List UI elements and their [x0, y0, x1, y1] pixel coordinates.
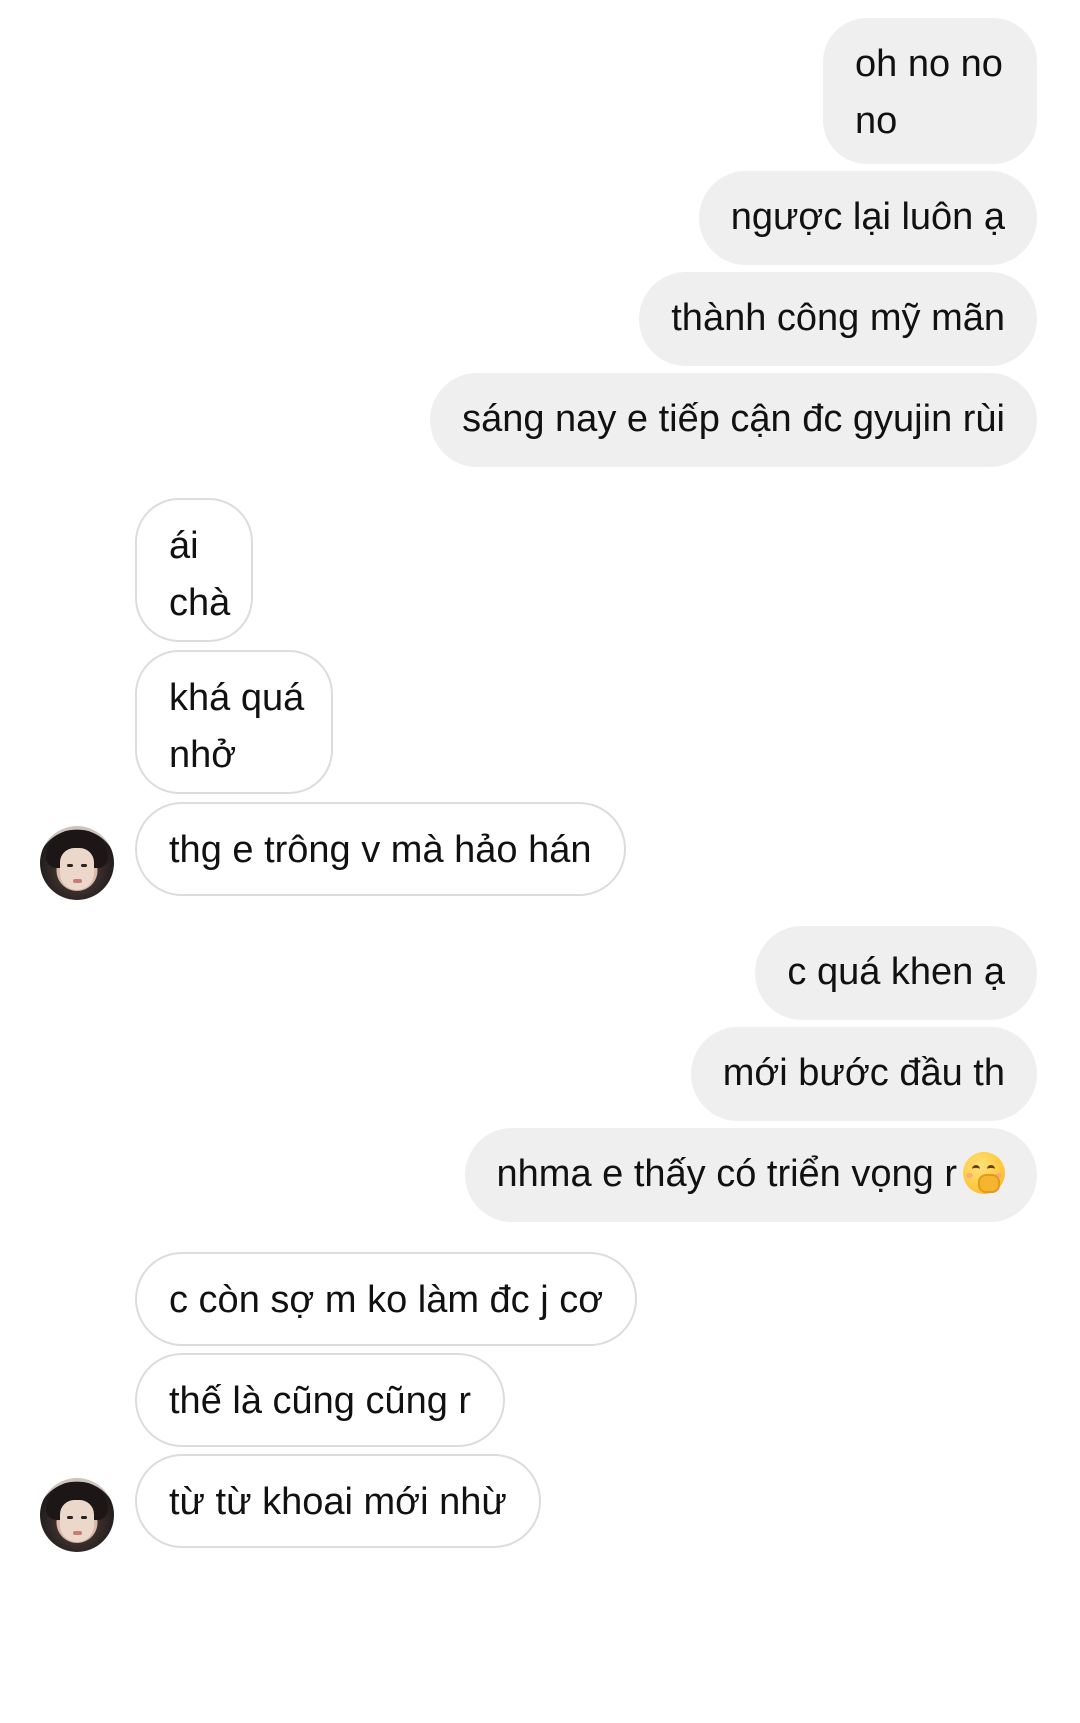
- message-bubble-outgoing[interactable]: sáng nay e tiếp cận đc gyujin rùi: [430, 373, 1037, 467]
- message-bubble-incoming[interactable]: ái chà: [135, 498, 253, 642]
- avatar-face: [60, 848, 94, 890]
- avatar[interactable]: [40, 1478, 114, 1552]
- avatar-face: [60, 1500, 94, 1542]
- message-text: khá quá: [169, 677, 305, 719]
- message-text: nhma e thấy có triển vọng r: [496, 1153, 957, 1195]
- message-bubble-incoming[interactable]: khá quá nhở: [135, 650, 333, 794]
- avatar-eye: [67, 1516, 73, 1519]
- message-bubble-incoming[interactable]: từ từ khoai mới nhừ: [135, 1454, 541, 1548]
- avatar-lips: [73, 879, 82, 883]
- message-text: ái: [169, 525, 199, 567]
- message-text: từ từ khoai mới nhừ: [169, 1481, 507, 1523]
- message-text: c còn sợ m ko làm đc j cơ: [169, 1279, 604, 1321]
- message-bubble-outgoing[interactable]: oh no no no: [823, 18, 1037, 164]
- message-text: ngược lại luôn ạ: [730, 196, 1005, 238]
- message-bubble-outgoing[interactable]: mới bước đầu th: [690, 1027, 1037, 1121]
- message-bubble-incoming[interactable]: thế là cũng cũng r: [135, 1353, 506, 1447]
- message-text: thế là cũng cũng r: [169, 1380, 472, 1422]
- message-bubble-outgoing[interactable]: ngược lại luôn ạ: [698, 171, 1037, 265]
- message-text: chà: [169, 582, 231, 624]
- message-text: sáng nay e tiếp cận đc gyujin rùi: [462, 398, 1005, 440]
- message-bubble-incoming[interactable]: thg e trông v mà hảo hán: [135, 802, 626, 896]
- avatar-eye: [81, 1516, 87, 1519]
- message-text: thg e trông v mà hảo hán: [169, 829, 592, 871]
- message-text: nhở: [169, 734, 237, 776]
- face-with-hand-over-mouth-icon: [963, 1152, 1005, 1194]
- message-bubble-outgoing[interactable]: c quá khen ạ: [755, 926, 1037, 1020]
- message-text: thành công mỹ mãn: [671, 297, 1005, 339]
- message-text: oh no no: [855, 43, 1003, 85]
- message-text: no: [855, 100, 898, 142]
- message-text: mới bước đầu th: [722, 1052, 1005, 1094]
- avatar[interactable]: [40, 826, 114, 900]
- message-bubble-incoming[interactable]: c còn sợ m ko làm đc j cơ: [135, 1252, 638, 1346]
- message-text: c quá khen ạ: [787, 951, 1005, 993]
- message-bubble-outgoing[interactable]: nhma e thấy có triển vọng r: [464, 1128, 1037, 1222]
- message-bubble-outgoing[interactable]: thành công mỹ mãn: [639, 272, 1037, 366]
- avatar-lips: [73, 1531, 82, 1535]
- avatar-eye: [81, 864, 87, 867]
- avatar-eye: [67, 864, 73, 867]
